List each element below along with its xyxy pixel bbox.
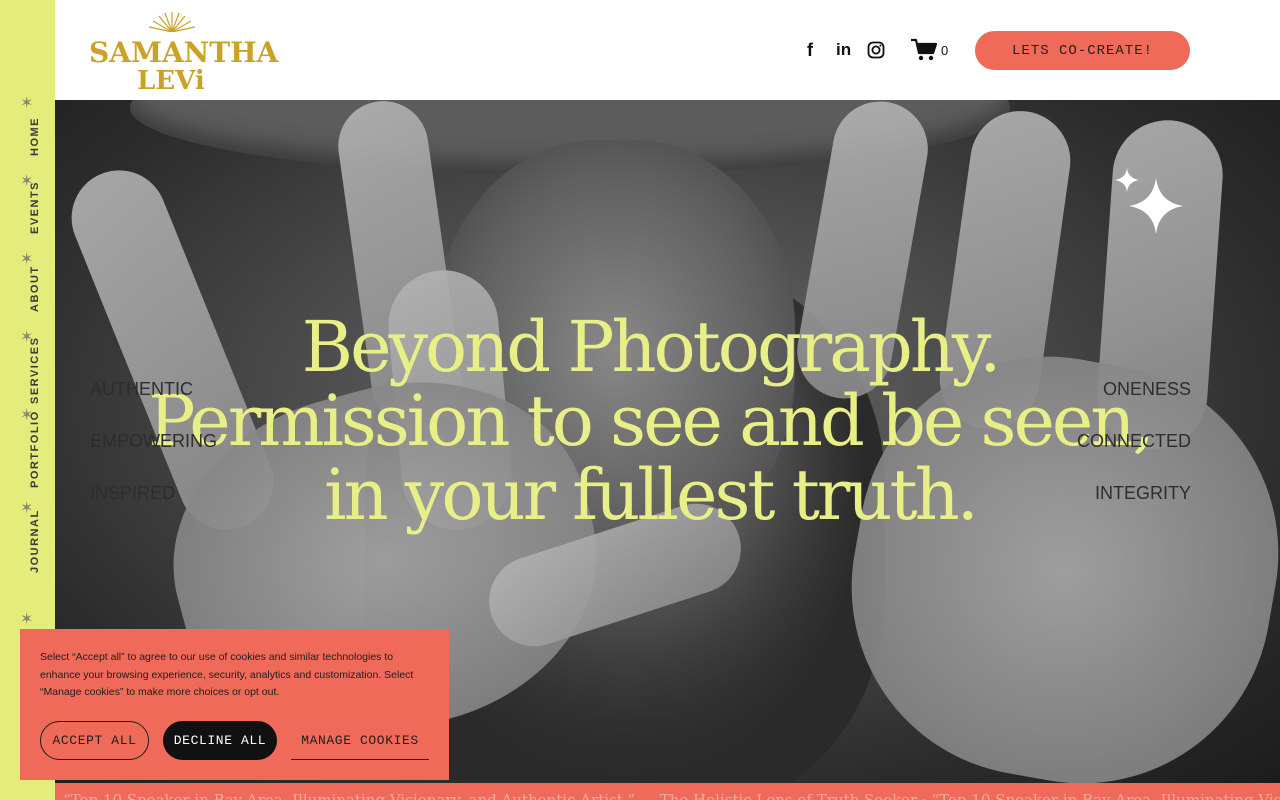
value-word: INTEGRITY — [1094, 483, 1191, 503]
decline-all-button[interactable]: DECLINE ALL — [163, 721, 277, 760]
hero-headline-line2: Permission to see and be seen, — [148, 380, 1154, 462]
facebook-icon[interactable]: f — [807, 40, 813, 61]
nav-label-events[interactable]: EVENTS — [29, 181, 41, 234]
brand-name-line1: SAMANTHA — [89, 36, 279, 69]
value-word: ONENESS — [1102, 379, 1191, 399]
nav-list: ✶ HOME ✶ EVENTS ✶ ABOUT ✶ SERVICES ✶ POR… — [0, 96, 55, 579]
sparkle-icon — [1115, 168, 1183, 234]
nav-item-events[interactable]: ✶ EVENTS — [0, 174, 55, 252]
nav-label-journal[interactable]: JOURNAL — [29, 509, 41, 573]
sunburst-icon — [148, 12, 196, 32]
value-word: CONNECTED — [1076, 431, 1191, 451]
star-icon: ✶ — [20, 95, 34, 112]
nav-label-home[interactable]: HOME — [29, 117, 41, 156]
instagram-icon[interactable] — [867, 41, 885, 59]
nav-item-home[interactable]: ✶ HOME — [0, 96, 55, 174]
brand-logo[interactable]: SAMANTHA LEVi — [89, 10, 278, 96]
nav-label-portfolio[interactable]: PORTFOLIO — [29, 410, 41, 488]
star-icon: ✶ — [20, 611, 34, 628]
brand-name-line2: LEVi — [137, 66, 205, 96]
nav-item-journal[interactable]: ✶ JOURNAL — [0, 501, 55, 579]
site-header: SAMANTHA LEVi f in 0 LETS CO-CREATE! — [55, 0, 1280, 100]
cookie-message: Select “Accept all” to agree to our use … — [40, 651, 414, 698]
manage-cookies-button[interactable]: MANAGE COOKIES — [291, 721, 429, 760]
nav-item-services[interactable]: ✶ SERVICES — [0, 330, 55, 408]
value-word: AUTHENTIC — [90, 379, 193, 399]
lets-co-create-button[interactable]: LETS CO-CREATE! — [975, 31, 1190, 70]
nav-item-about[interactable]: ✶ ABOUT — [0, 252, 55, 330]
hero-headline: Beyond Photography. Permission to see an… — [55, 310, 1245, 532]
marquee-text: “Top 10 Speaker in Bay Area, Illuminatin… — [63, 791, 1280, 800]
cookie-banner: Select “Accept all” to agree to our use … — [20, 629, 449, 780]
cart-count: 0 — [941, 43, 949, 58]
value-word: EMPOWERING — [90, 431, 218, 451]
value-word: INSPIRED — [90, 483, 176, 503]
accept-all-button[interactable]: ACCEPT ALL — [40, 721, 149, 760]
nav-label-about[interactable]: ABOUT — [29, 265, 41, 312]
cart-icon[interactable] — [910, 38, 938, 62]
nav-item-portfolio[interactable]: ✶ PORTFOLIO — [0, 408, 55, 501]
testimonial-marquee: “Top 10 Speaker in Bay Area, Illuminatin… — [55, 783, 1280, 800]
values-left: AUTHENTIC EMPOWERING INSPIRED — [90, 379, 217, 535]
linkedin-icon[interactable]: in — [836, 40, 851, 60]
values-right: ONENESS CONNECTED INTEGRITY — [1077, 379, 1191, 535]
hero-headline-line1: Beyond Photography. — [301, 306, 1002, 388]
hero-headline-line3: in your fullest truth. — [324, 454, 979, 536]
nav-label-services[interactable]: SERVICES — [29, 337, 41, 404]
